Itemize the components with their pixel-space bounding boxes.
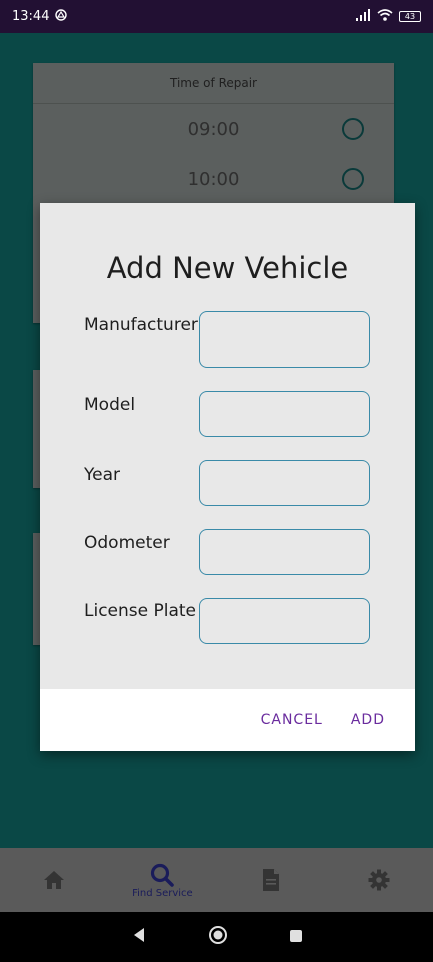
dialog-title: Add New Vehicle [106, 251, 349, 285]
app-screen: 13:44 43 Time of Repair 09:00 10:00 Find… [0, 0, 433, 962]
time-slot-row[interactable]: 10:00 [33, 154, 394, 204]
add-vehicle-dialog: Add New Vehicle Manufacturer Model Year … [40, 203, 415, 751]
back-icon[interactable] [131, 927, 147, 947]
manufacturer-field[interactable] [199, 311, 370, 368]
status-bar: 13:44 43 [0, 0, 433, 33]
model-field[interactable] [199, 391, 370, 437]
home-button-icon[interactable] [208, 925, 228, 949]
document-icon [261, 868, 281, 892]
search-icon [149, 862, 175, 888]
status-right: 43 [355, 8, 421, 25]
wifi-icon [377, 8, 393, 25]
nav-find-service[interactable]: Find Service [117, 862, 207, 899]
time-card-header: Time of Repair [33, 63, 394, 104]
battery-icon: 43 [399, 11, 421, 22]
dialog-actions: CANCEL ADD [40, 689, 415, 751]
time-slot-radio[interactable] [342, 118, 364, 140]
nav-settings[interactable] [334, 869, 424, 891]
gear-icon [368, 869, 390, 891]
nav-find-service-label: Find Service [132, 887, 193, 899]
time-slot-row[interactable]: 09:00 [33, 104, 394, 154]
system-nav-bar [0, 912, 433, 962]
license-plate-field[interactable] [199, 598, 370, 644]
status-left: 13:44 [12, 8, 68, 25]
year-label: Year [84, 465, 120, 485]
nav-home[interactable] [9, 869, 99, 891]
manufacturer-label: Manufacturer [84, 315, 198, 335]
cancel-button[interactable]: CANCEL [261, 712, 323, 728]
license-plate-label: License Plate [84, 601, 197, 621]
model-label: Model [84, 395, 136, 415]
odometer-field[interactable] [199, 529, 370, 575]
year-field[interactable] [199, 460, 370, 506]
notification-icon [55, 8, 68, 25]
time-slot-label: 10:00 [187, 168, 240, 190]
add-button[interactable]: ADD [351, 712, 385, 728]
recents-icon[interactable] [289, 928, 303, 947]
time-slot-label: 09:00 [187, 118, 240, 140]
nav-documents[interactable] [226, 868, 316, 892]
time-slot-radio[interactable] [342, 168, 364, 190]
status-time: 13:44 [12, 9, 50, 24]
odometer-label: Odometer [84, 533, 170, 553]
bottom-nav: Find Service [0, 848, 433, 912]
signal-icon [355, 8, 371, 25]
home-icon [42, 869, 66, 891]
